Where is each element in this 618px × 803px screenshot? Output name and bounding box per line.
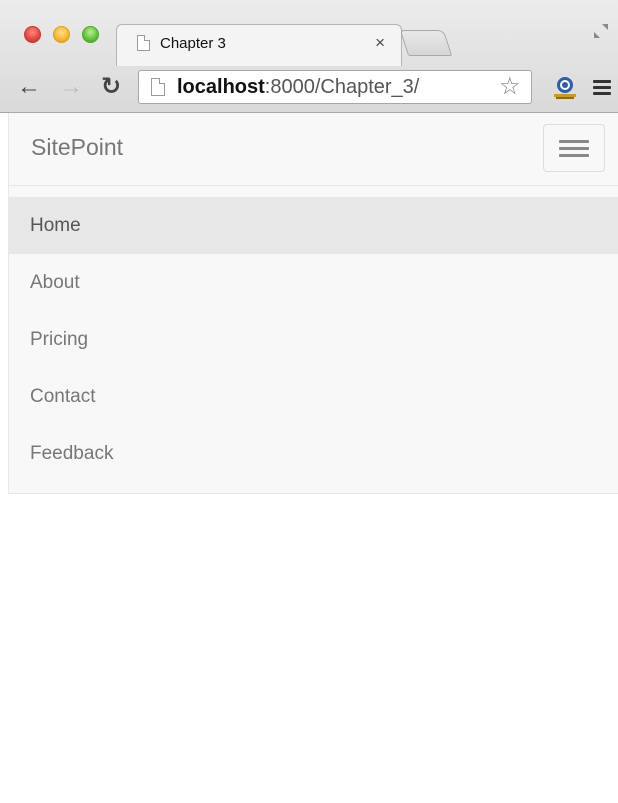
page-icon bbox=[151, 78, 165, 96]
address-bar[interactable]: localhost:8000/Chapter_3/ ☆ bbox=[138, 70, 532, 104]
nav-item-pricing[interactable]: Pricing bbox=[9, 311, 618, 368]
url-path: :8000/Chapter_3/ bbox=[264, 76, 420, 98]
site-navbar: SitePoint Home About Pricing Contact Fee… bbox=[8, 113, 618, 494]
minimize-window-button[interactable] bbox=[53, 26, 70, 43]
tab-close-icon[interactable]: × bbox=[375, 33, 385, 53]
star-icon[interactable]: ☆ bbox=[499, 75, 521, 99]
maximize-window-button[interactable] bbox=[82, 26, 99, 43]
page-viewport: SitePoint Home About Pricing Contact Fee… bbox=[0, 113, 618, 803]
nav-item-feedback[interactable]: Feedback bbox=[9, 425, 618, 482]
tab-title: Chapter 3 bbox=[160, 35, 226, 52]
extension-icon[interactable] bbox=[552, 75, 578, 101]
nav-item-about[interactable]: About bbox=[9, 254, 618, 311]
back-arrow-icon[interactable]: ← bbox=[16, 73, 42, 101]
forward-arrow-icon[interactable]: → bbox=[58, 73, 84, 101]
url-host: localhost bbox=[177, 76, 265, 98]
browser-chrome: Chapter 3 × ← → ↻ localhost:8000/Chapter… bbox=[0, 0, 618, 113]
browser-toolbar: ← → ↻ localhost:8000/Chapter_3/ ☆ bbox=[0, 65, 618, 111]
reload-icon[interactable]: ↻ bbox=[98, 73, 124, 101]
close-window-button[interactable] bbox=[24, 26, 41, 43]
new-tab-button[interactable] bbox=[399, 30, 453, 56]
tab-chapter-3[interactable]: Chapter 3 × bbox=[116, 24, 402, 66]
url-text[interactable]: localhost:8000/Chapter_3/ bbox=[177, 76, 419, 98]
menu-icon[interactable] bbox=[593, 80, 611, 96]
page-icon bbox=[137, 35, 150, 51]
navbar-toggle-button[interactable] bbox=[543, 124, 605, 172]
nav-item-home[interactable]: Home bbox=[9, 197, 618, 254]
nav-item-contact[interactable]: Contact bbox=[9, 368, 618, 425]
brand-link[interactable]: SitePoint bbox=[31, 134, 123, 161]
nav-menu: Home About Pricing Contact Feedback bbox=[9, 197, 618, 482]
divider bbox=[9, 185, 618, 186]
fullscreen-icon[interactable] bbox=[592, 22, 610, 40]
